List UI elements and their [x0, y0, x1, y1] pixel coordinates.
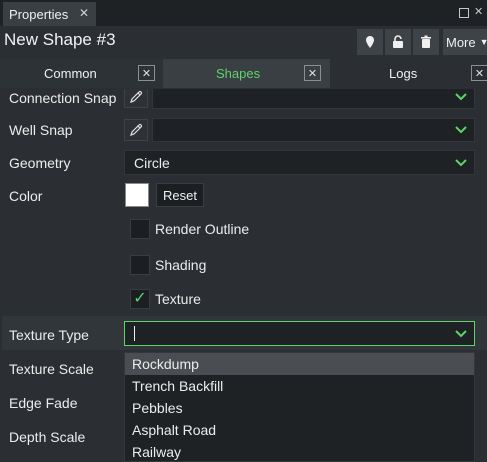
- delete-button[interactable]: [413, 29, 439, 55]
- reset-label: Reset: [163, 187, 197, 203]
- tab-common-label: Common: [44, 66, 97, 81]
- shading-label: Shading: [155, 257, 207, 273]
- connection-snap-dropdown[interactable]: [152, 89, 475, 109]
- shading-checkbox[interactable]: [130, 255, 150, 275]
- texture-type-list: Rockdump Trench Backfill Pebbles Asphalt…: [124, 352, 475, 462]
- more-button[interactable]: More ▼: [443, 29, 487, 55]
- depth-scale-label: Depth Scale: [9, 429, 86, 445]
- color-label: Color: [9, 188, 43, 204]
- close-icon[interactable]: ✕: [77, 6, 91, 20]
- geometry-value: Circle: [134, 154, 170, 171]
- list-item[interactable]: Railway: [125, 441, 474, 462]
- chevron-down-icon: [455, 93, 467, 101]
- text-cursor: [134, 326, 135, 341]
- tab-common[interactable]: Common ✕: [0, 59, 163, 88]
- render-outline-checkbox[interactable]: [130, 219, 150, 239]
- properties-panel: Connection Snap Well Snap Geometry Circl…: [0, 89, 487, 462]
- tab-shapes-label: Shapes: [216, 66, 261, 81]
- header: New Shape #3 More ▼: [0, 26, 487, 57]
- pin-icon: [366, 36, 374, 48]
- eyedropper-icon: [130, 124, 142, 136]
- lock-button[interactable]: [385, 29, 411, 55]
- maximize-icon[interactable]: [459, 8, 469, 18]
- texture-checkbox[interactable]: ✓: [130, 289, 150, 309]
- properties-tab[interactable]: Properties ✕: [3, 2, 96, 26]
- eyedropper-icon: [130, 91, 142, 103]
- texture-type-dropdown[interactable]: [124, 321, 475, 346]
- window-tabstrip: Properties ✕ ✕: [0, 0, 487, 26]
- trash-icon: [421, 35, 431, 48]
- geometry-dropdown[interactable]: Circle: [124, 150, 475, 175]
- lock-icon: [393, 35, 403, 48]
- checkmark-icon: ✓: [133, 290, 147, 307]
- list-item[interactable]: Rockdump: [125, 353, 474, 375]
- list-item[interactable]: Asphalt Road: [125, 419, 474, 441]
- chevron-down-icon: [455, 329, 467, 337]
- tab-logs[interactable]: Logs ✕: [330, 59, 487, 88]
- caret-down-icon: ▼: [479, 37, 487, 47]
- texture-scale-label: Texture Scale: [9, 361, 94, 377]
- page-title: New Shape #3: [4, 30, 116, 49]
- reset-button[interactable]: Reset: [156, 183, 204, 207]
- well-snap-dropdown[interactable]: [152, 118, 475, 142]
- list-item[interactable]: Trench Backfill: [125, 375, 474, 397]
- connection-snap-picker[interactable]: [124, 89, 148, 108]
- texture-label: Texture: [155, 291, 201, 307]
- window-close-icon[interactable]: ✕: [474, 6, 483, 18]
- geometry-label: Geometry: [9, 155, 71, 171]
- render-outline-label: Render Outline: [155, 221, 250, 237]
- connection-snap-label: Connection Snap: [9, 90, 117, 106]
- chevron-down-icon: [455, 126, 467, 134]
- tab-shapes[interactable]: Shapes ✕: [163, 59, 330, 88]
- close-icon[interactable]: ✕: [471, 65, 487, 81]
- well-snap-label: Well Snap: [9, 122, 73, 138]
- chevron-down-icon: [455, 158, 467, 166]
- close-icon[interactable]: ✕: [304, 65, 321, 81]
- well-snap-picker[interactable]: [124, 119, 148, 141]
- list-item[interactable]: Pebbles: [125, 397, 474, 419]
- tab-logs-label: Logs: [389, 66, 418, 81]
- texture-type-label: Texture Type: [9, 327, 89, 343]
- pin-button[interactable]: [357, 29, 383, 55]
- subtabs: Common ✕ Shapes ✕ Logs ✕: [0, 59, 487, 88]
- close-icon[interactable]: ✕: [138, 65, 155, 81]
- edge-fade-label: Edge Fade: [9, 395, 78, 411]
- more-label: More: [446, 34, 476, 50]
- properties-tab-label: Properties: [9, 6, 69, 22]
- color-swatch[interactable]: [125, 183, 149, 207]
